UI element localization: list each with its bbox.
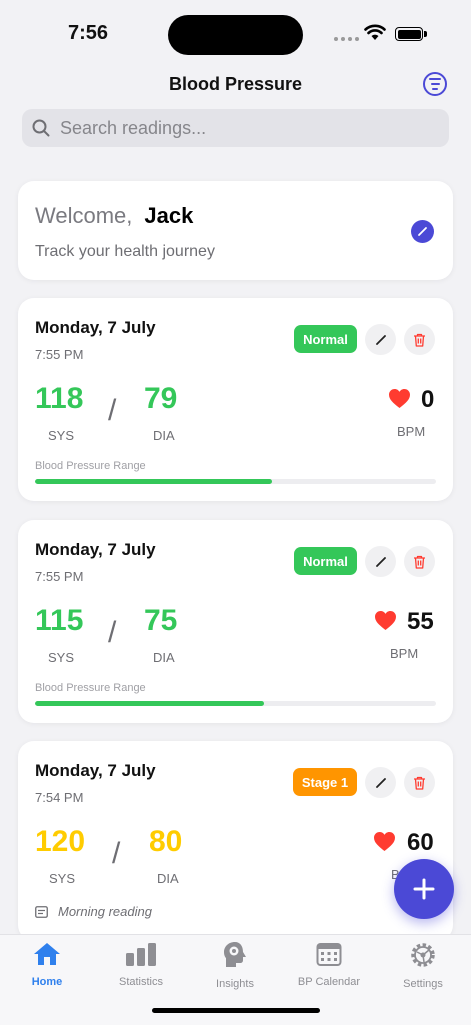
pencil-icon bbox=[375, 334, 386, 345]
slash-divider: / bbox=[108, 616, 117, 649]
bar-chart-icon bbox=[126, 943, 156, 966]
reading-time: 7:55 PM bbox=[35, 569, 84, 584]
systolic-label: SYS bbox=[48, 428, 75, 443]
battery-icon bbox=[395, 27, 423, 41]
plus-icon bbox=[413, 878, 435, 900]
reading-card[interactable]: Monday, 7 July 7:54 PM Stage 1 120 SYS /… bbox=[18, 741, 453, 941]
diastolic-value: 75 bbox=[144, 604, 178, 637]
heart-icon bbox=[374, 831, 395, 852]
edit-name-button[interactable] bbox=[411, 220, 434, 243]
systolic-value: 115 bbox=[35, 604, 84, 637]
gear-icon bbox=[411, 943, 435, 967]
range-label: Blood Pressure Range bbox=[35, 460, 146, 472]
systolic-label: SYS bbox=[48, 650, 75, 665]
user-name: Jack bbox=[144, 203, 194, 228]
calendar-icon bbox=[316, 943, 342, 966]
slash-divider: / bbox=[112, 837, 121, 870]
systolic-value: 120 bbox=[35, 825, 86, 858]
brain-head-icon bbox=[224, 942, 246, 967]
status-badge: Normal bbox=[294, 325, 357, 353]
reading-time: 7:55 PM bbox=[35, 347, 84, 362]
reading-date: Monday, 7 July bbox=[35, 540, 156, 559]
reading-card[interactable]: Monday, 7 July 7:55 PM Normal 118 SYS / … bbox=[18, 298, 453, 501]
diastolic-value: 79 bbox=[144, 382, 178, 415]
note-icon bbox=[35, 905, 48, 918]
tab-bp-calendar-label: BP Calendar bbox=[297, 976, 361, 988]
status-badge: Normal bbox=[294, 547, 357, 575]
pencil-icon bbox=[375, 556, 386, 567]
range-label: Blood Pressure Range bbox=[35, 682, 146, 694]
delete-reading-button[interactable] bbox=[404, 767, 435, 798]
edit-reading-button[interactable] bbox=[365, 546, 396, 577]
filter-icon[interactable] bbox=[423, 72, 447, 96]
page-title: Blood Pressure bbox=[168, 74, 303, 94]
wifi-icon bbox=[364, 24, 386, 40]
heart-rate-label: BPM bbox=[390, 646, 419, 661]
house-icon bbox=[34, 943, 60, 965]
tab-insights-label: Insights bbox=[216, 978, 254, 990]
range-fill bbox=[35, 701, 264, 706]
heart-rate-value: 0 bbox=[421, 386, 435, 413]
tab-statistics-label: Statistics bbox=[118, 976, 163, 988]
reading-note: Morning reading bbox=[35, 904, 152, 919]
trash-icon bbox=[414, 555, 425, 569]
heart-rate-label: BPM bbox=[397, 424, 426, 439]
reading-date: Monday, 7 July bbox=[35, 318, 156, 337]
welcome-greeting: Welcome, bbox=[35, 203, 133, 228]
systolic-value: 118 bbox=[35, 382, 84, 415]
pencil-icon bbox=[418, 227, 427, 236]
heart-icon bbox=[389, 388, 410, 409]
heart-rate-value: 60 bbox=[407, 829, 434, 856]
search-input[interactable] bbox=[58, 116, 412, 140]
tab-home[interactable]: Home bbox=[0, 941, 94, 988]
delete-reading-button[interactable] bbox=[404, 324, 435, 355]
tab-settings-label: Settings bbox=[403, 978, 443, 990]
welcome-line: Welcome, Jack bbox=[35, 203, 193, 229]
trash-icon bbox=[414, 333, 425, 347]
status-time: 7:56 bbox=[68, 22, 109, 44]
delete-reading-button[interactable] bbox=[404, 546, 435, 577]
range-bar bbox=[35, 701, 436, 706]
diastolic-label: DIA bbox=[153, 428, 175, 443]
tab-settings[interactable]: Settings bbox=[376, 941, 470, 990]
home-indicator bbox=[152, 1008, 320, 1013]
heart-rate-value: 55 bbox=[407, 608, 434, 635]
reading-time: 7:54 PM bbox=[35, 790, 84, 805]
battery-cap bbox=[424, 31, 427, 37]
add-reading-button[interactable] bbox=[394, 859, 454, 919]
diastolic-label: DIA bbox=[157, 871, 179, 886]
edit-reading-button[interactable] bbox=[365, 767, 396, 798]
status-badge: Stage 1 bbox=[293, 768, 357, 796]
diastolic-value: 80 bbox=[149, 825, 183, 858]
signal-icon bbox=[334, 37, 359, 41]
reading-note-text: Morning reading bbox=[58, 904, 152, 919]
welcome-card: Welcome, Jack Track your health journey bbox=[18, 181, 453, 280]
reading-date: Monday, 7 July bbox=[35, 761, 156, 780]
trash-icon bbox=[414, 776, 425, 790]
dynamic-island bbox=[168, 15, 303, 55]
diastolic-label: DIA bbox=[153, 650, 175, 665]
tab-insights[interactable]: Insights bbox=[188, 941, 282, 990]
systolic-label: SYS bbox=[49, 871, 76, 886]
search-bar[interactable] bbox=[22, 109, 449, 147]
tab-statistics[interactable]: Statistics bbox=[94, 941, 188, 988]
range-fill bbox=[35, 479, 272, 484]
status-bar: 7:56 bbox=[0, 0, 471, 70]
tab-home-label: Home bbox=[31, 976, 63, 988]
slash-divider: / bbox=[108, 394, 117, 427]
range-bar bbox=[35, 479, 436, 484]
welcome-subtitle: Track your health journey bbox=[35, 243, 215, 260]
heart-icon bbox=[375, 610, 396, 631]
edit-reading-button[interactable] bbox=[365, 324, 396, 355]
reading-card[interactable]: Monday, 7 July 7:55 PM Normal 115 SYS / … bbox=[18, 520, 453, 723]
tab-bp-calendar[interactable]: BP Calendar bbox=[282, 941, 376, 988]
pencil-icon bbox=[375, 777, 386, 788]
search-icon bbox=[32, 119, 50, 137]
